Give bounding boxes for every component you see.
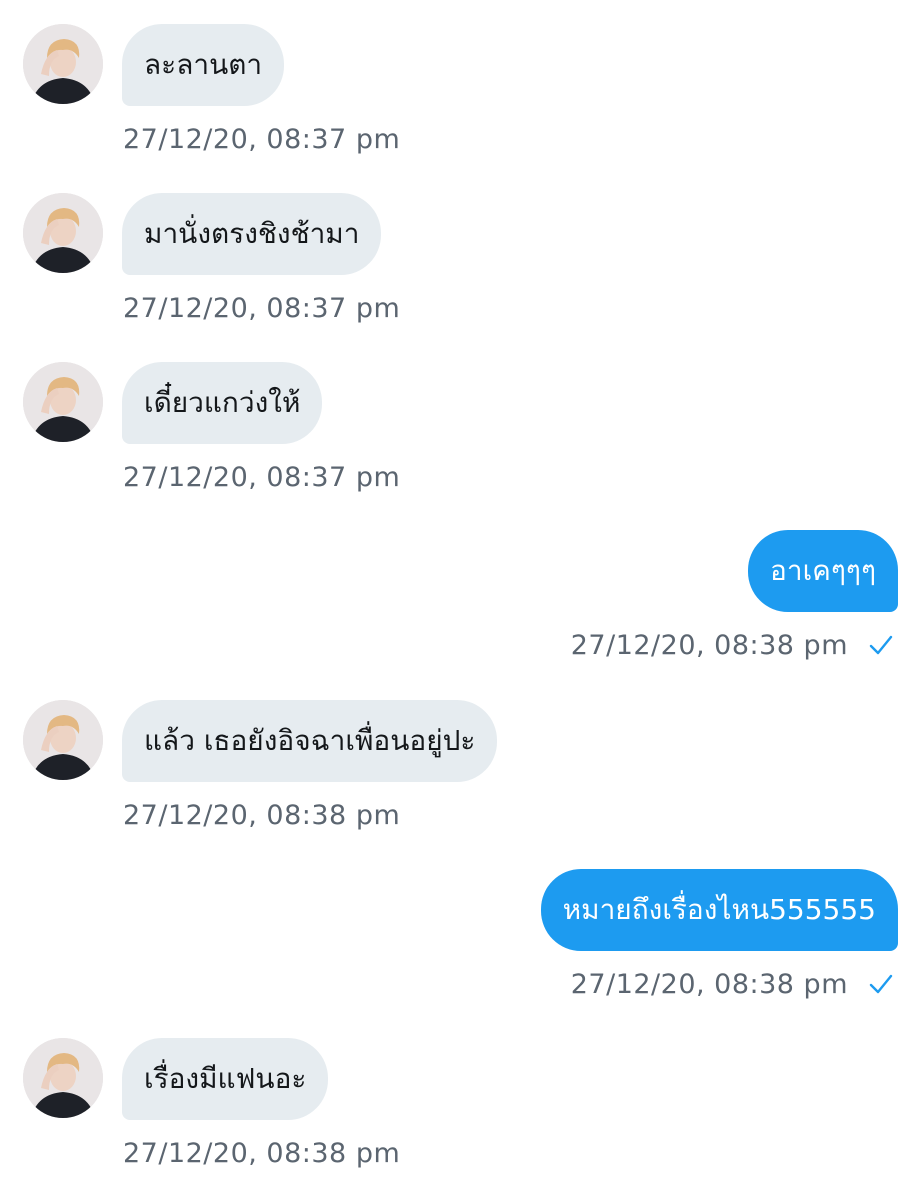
- check-icon: [869, 635, 893, 655]
- timestamp: 27/12/20, 08:38 pm: [570, 969, 848, 1000]
- message-bubble[interactable]: เดี๋ยวแกว่งให้: [122, 362, 323, 444]
- timestamp: 27/12/20, 08:37 pm: [123, 462, 401, 493]
- avatar[interactable]: [23, 362, 103, 442]
- avatar-photo-icon: [23, 700, 103, 780]
- timestamp: 27/12/20, 08:38 pm: [570, 630, 848, 661]
- timestamp: 27/12/20, 08:38 pm: [123, 800, 401, 831]
- timestamp: 27/12/20, 08:38 pm: [123, 1138, 401, 1169]
- avatar[interactable]: [23, 24, 103, 104]
- message-bubble[interactable]: อาเคๆๆๆ: [748, 530, 898, 612]
- avatar-photo-icon: [23, 362, 103, 442]
- timestamp: 27/12/20, 08:37 pm: [123, 293, 401, 324]
- message-bubble[interactable]: หมายถึงเรื่องไหน555555: [540, 869, 898, 951]
- message-bubble[interactable]: มานั่งตรงชิงช้ามา: [122, 193, 382, 275]
- check-icon: [869, 974, 893, 994]
- message-bubble[interactable]: เรื่องมีแฟนอะ: [122, 1038, 329, 1120]
- avatar-photo-icon: [23, 193, 103, 273]
- message-bubble[interactable]: ละลานตา: [122, 24, 285, 106]
- avatar-photo-icon: [23, 1038, 103, 1118]
- avatar-photo-icon: [23, 24, 103, 104]
- timestamp: 27/12/20, 08:37 pm: [123, 124, 401, 155]
- chat-thread: ละลานตา 27/12/20, 08:37 pm มานั่งตรงชิงช…: [0, 0, 920, 1200]
- message-bubble[interactable]: แล้ว เธอยังอิจฉาเพื่อนอยู่ปะ: [122, 700, 498, 782]
- avatar[interactable]: [23, 1038, 103, 1118]
- avatar[interactable]: [23, 700, 103, 780]
- avatar[interactable]: [23, 193, 103, 273]
